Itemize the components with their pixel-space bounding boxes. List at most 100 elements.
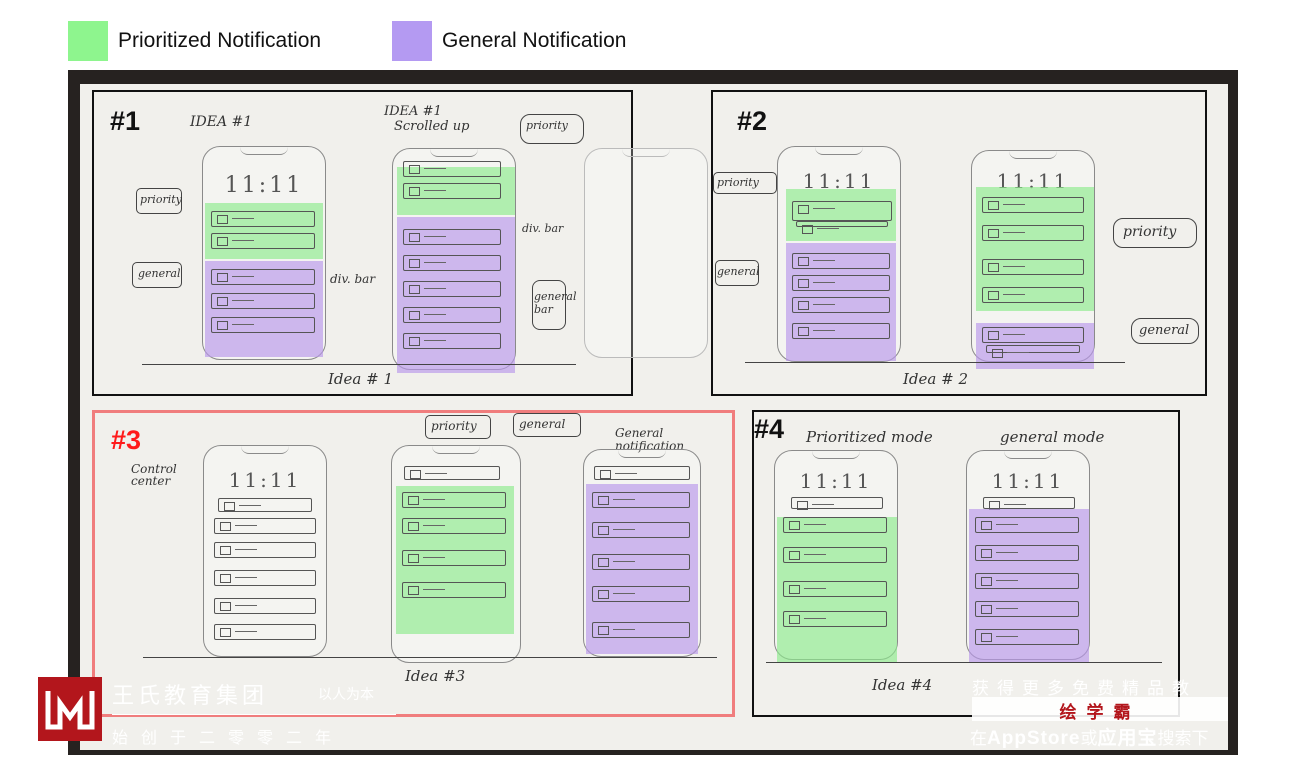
phone-sketch bbox=[583, 449, 701, 657]
phone-notch bbox=[241, 445, 289, 454]
idea2-label: #2 bbox=[737, 106, 768, 136]
notification-row bbox=[783, 547, 887, 563]
phone-sketch: 11:11 bbox=[202, 146, 326, 360]
phone-notch bbox=[432, 445, 480, 454]
phone-notch bbox=[815, 146, 863, 155]
notification-row bbox=[975, 601, 1079, 617]
notification-row bbox=[403, 161, 501, 177]
notification-row bbox=[982, 287, 1084, 303]
timeline-axis bbox=[745, 362, 1125, 363]
idea1-frame: #1 IDEA #1 IDEA #1 Scrolled up 11:11 pri… bbox=[92, 90, 708, 396]
notification-row bbox=[783, 611, 887, 627]
stack-layer bbox=[986, 345, 1080, 358]
notification-row bbox=[211, 317, 315, 333]
general-swatch bbox=[392, 21, 432, 61]
org-slogan: 以人为本 bbox=[318, 686, 374, 702]
idea1-note: priority bbox=[140, 193, 182, 206]
ad-line2-post: 搜索下 bbox=[1157, 729, 1209, 748]
notification-row bbox=[211, 211, 315, 227]
notification-row bbox=[975, 573, 1079, 589]
phone-sketch: 11:11 bbox=[774, 450, 898, 663]
phone-sketch bbox=[392, 148, 516, 373]
lock-time: 11:11 bbox=[799, 469, 873, 493]
notification-row bbox=[403, 307, 501, 323]
notification-row bbox=[403, 255, 501, 271]
notification-row bbox=[592, 492, 690, 508]
idea3-note: Control center bbox=[131, 462, 177, 488]
idea2-note: general bbox=[1139, 323, 1190, 338]
idea4-caption: Idea #4 bbox=[872, 676, 933, 694]
notification-row bbox=[211, 233, 315, 249]
mode-switcher bbox=[791, 497, 883, 510]
notification-row bbox=[982, 197, 1084, 213]
idea1-note: div. bar bbox=[330, 272, 376, 286]
idea3-frame: #3 Control center 11:11 priority general… bbox=[92, 410, 735, 717]
phone-sketch: 11:11 bbox=[777, 146, 901, 362]
timeline-axis bbox=[142, 364, 576, 365]
notification-row bbox=[402, 582, 506, 598]
brand-logo bbox=[38, 677, 102, 741]
notification-row bbox=[792, 323, 890, 339]
notification-row bbox=[592, 622, 690, 638]
idea3-caption: Idea #3 bbox=[405, 667, 466, 685]
notification-row bbox=[211, 293, 315, 309]
idea4-frame: #4 Prioritized mode general mode 11:11 1… bbox=[752, 410, 1180, 717]
idea2-note: priority bbox=[717, 176, 759, 189]
ad-brand: 绘学霸 bbox=[1059, 703, 1141, 722]
stack-layer bbox=[796, 221, 888, 234]
prioritized-label: Prioritized Notification bbox=[118, 29, 322, 52]
mode-switcher bbox=[983, 497, 1075, 510]
phone-notch bbox=[1009, 150, 1057, 159]
notification-row bbox=[214, 598, 316, 614]
notification-row bbox=[792, 253, 890, 269]
notification-row bbox=[592, 554, 690, 570]
idea1-note: priority bbox=[526, 119, 568, 132]
phone-notch bbox=[812, 450, 860, 459]
notification-row bbox=[214, 624, 316, 640]
legend: Prioritized Notification General Notific… bbox=[0, 0, 1299, 70]
idea3-label: #3 bbox=[111, 425, 142, 455]
notification-row bbox=[592, 522, 690, 538]
ad-brand-box: 绘学霸 bbox=[972, 697, 1228, 722]
timeline-axis bbox=[766, 662, 1162, 663]
idea1-note: IDEA #1 bbox=[384, 104, 442, 119]
notification-row bbox=[402, 518, 506, 534]
phone-notch bbox=[1004, 450, 1052, 459]
idea4-note: Prioritized mode bbox=[806, 428, 933, 446]
org-name: 王氏教育集团 bbox=[112, 683, 269, 708]
idea1-note: Scrolled up bbox=[394, 119, 470, 134]
notification-row bbox=[214, 518, 316, 534]
phone-notch bbox=[240, 146, 288, 155]
phone-sketch bbox=[584, 148, 708, 358]
notification-row bbox=[214, 570, 316, 586]
ad-line2-mid: 或 bbox=[1080, 729, 1098, 748]
stacked-notification bbox=[792, 201, 892, 221]
ad-appstore: AppStore bbox=[987, 728, 1081, 749]
control-center-row bbox=[404, 466, 500, 480]
notification-row bbox=[783, 581, 887, 597]
idea2-frame: #2 11:11 priority general 11:11 priority… bbox=[711, 90, 1207, 396]
org-founded: 始创于二零零二年 bbox=[112, 730, 345, 747]
phone-notch bbox=[430, 148, 478, 157]
phone-notch bbox=[618, 449, 666, 458]
notification-row bbox=[402, 492, 506, 508]
notification-row bbox=[592, 586, 690, 602]
ad-yingyongbao: 应用宝 bbox=[1097, 728, 1158, 749]
phone-sketch: 11:11 bbox=[966, 450, 1090, 663]
control-center-row bbox=[218, 498, 312, 512]
idea1-note: IDEA #1 bbox=[190, 114, 253, 130]
w-logo-icon bbox=[45, 691, 95, 730]
control-center-row bbox=[594, 466, 690, 480]
idea1-note: div. bar bbox=[522, 222, 564, 235]
lock-time: 11:11 bbox=[224, 173, 304, 198]
idea2-note: priority bbox=[1123, 224, 1177, 240]
phone-notch bbox=[622, 148, 670, 157]
notification-row bbox=[403, 281, 501, 297]
idea1-note: general bbox=[138, 267, 181, 280]
notification-row bbox=[792, 275, 890, 291]
ad-line2-pre: 在 bbox=[970, 729, 987, 748]
idea4-note: general mode bbox=[1000, 428, 1105, 446]
notification-row bbox=[211, 269, 315, 285]
idea3-note: general bbox=[519, 417, 566, 431]
idea2-note: general bbox=[717, 265, 760, 278]
